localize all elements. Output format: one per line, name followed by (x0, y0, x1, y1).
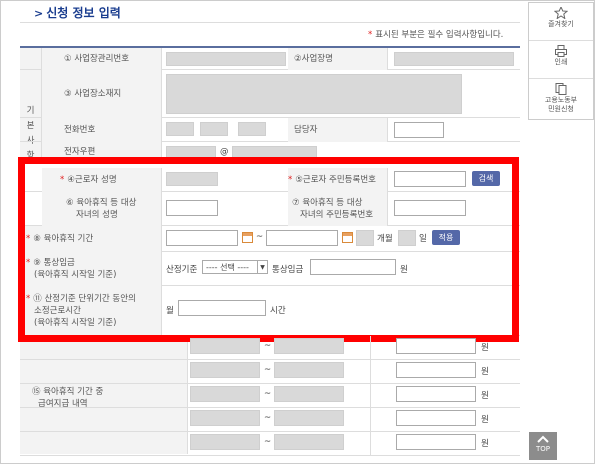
pay-won: 원 (481, 391, 489, 401)
required-notice: * 표시된 부분은 필수 입력사항입니다. (368, 30, 504, 40)
document-icon (555, 83, 567, 95)
pay-tilde: ~ (264, 437, 272, 447)
pay-amount-input[interactable] (396, 362, 476, 378)
pay-won: 원 (481, 367, 489, 377)
pay-tilde: ~ (264, 389, 272, 399)
quick-menu: 즐겨찾기 인쇄 고용노동부 민원신청 (528, 2, 594, 120)
phone-label: 전화번호 (42, 118, 162, 142)
pay-amount-input[interactable] (396, 410, 476, 426)
biz-name-value (394, 52, 514, 66)
printer-icon (555, 45, 567, 57)
pay-end-value (274, 434, 344, 450)
pay-tilde: ~ (264, 365, 272, 375)
pay-divider (370, 336, 371, 360)
chevron-right-icon: > (34, 7, 44, 20)
scroll-top-button[interactable]: TOP (529, 432, 557, 460)
pay-start-value (190, 338, 260, 354)
pay-divider (370, 432, 371, 456)
email-at: @ (220, 147, 229, 157)
biz-address-value (166, 74, 462, 114)
phone-part1 (166, 122, 194, 136)
pay-start-value (190, 386, 260, 402)
pay-amount-input[interactable] (396, 338, 476, 354)
phone-part3 (238, 122, 266, 136)
pay-tilde: ~ (264, 341, 272, 351)
pay-divider (370, 408, 371, 432)
pay-start-value (190, 410, 260, 426)
pay-end-value (274, 386, 344, 402)
pay-start-value (190, 434, 260, 450)
pay-amount-input[interactable] (396, 386, 476, 402)
phone-part2 (200, 122, 228, 136)
biz-address-label: ③ 사업장소재지 (42, 70, 162, 118)
civil-application-button[interactable]: 고용노동부 민원신청 (529, 79, 593, 117)
pay-end-value (274, 338, 344, 354)
pay-amount-input[interactable] (396, 434, 476, 450)
biz-reg-no-label: ① 사업장관리번호 (42, 48, 162, 70)
pay-divider (370, 384, 371, 408)
chevron-up-icon (537, 435, 549, 443)
pay-end-value (274, 362, 344, 378)
page-title: > 신청 정보 입력 (34, 6, 121, 20)
pay-won: 원 (481, 343, 489, 353)
pay-end-value (274, 410, 344, 426)
print-button[interactable]: 인쇄 (529, 41, 593, 79)
biz-reg-no-value (166, 52, 286, 66)
pay-won: 원 (481, 439, 489, 449)
pay-tilde: ~ (264, 413, 272, 423)
title-divider (20, 22, 520, 23)
biz-name-label: ②사업장명 (288, 48, 388, 70)
pay-divider (370, 360, 371, 384)
manager-label: 담당자 (288, 118, 388, 142)
favorites-button[interactable]: 즐겨찾기 (529, 3, 593, 41)
highlight-box (18, 157, 519, 342)
pay-start-value (190, 362, 260, 378)
manager-input[interactable] (394, 122, 444, 138)
pay-won: 원 (481, 415, 489, 425)
star-icon (554, 7, 568, 19)
